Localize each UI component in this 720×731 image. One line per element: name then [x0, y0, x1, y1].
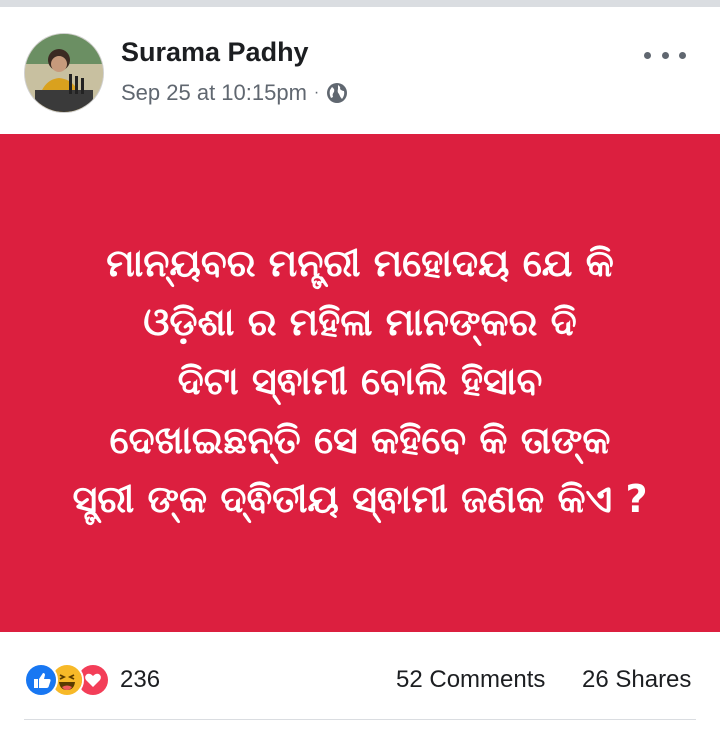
- shares-count-link[interactable]: 26 Shares: [582, 666, 691, 694]
- reaction-count: 236: [120, 666, 161, 693]
- footer-divider: [24, 719, 696, 720]
- more-options-button[interactable]: [644, 41, 686, 69]
- post-header: Surama Padhy Sep 25 at 10:15pm ·: [0, 7, 720, 134]
- post-text-card[interactable]: ମାନ୍ୟବର ମନ୍ତ୍ରୀ ମହୋଦୟ ଯେ କି ଓଡ଼ିଶା ର ମହି…: [0, 134, 720, 632]
- like-icon: [24, 663, 58, 697]
- meta-separator: ·: [313, 84, 320, 101]
- globe-icon[interactable]: [326, 82, 348, 104]
- ellipsis-dot: [644, 51, 651, 59]
- top-strip: [0, 0, 720, 7]
- timestamp[interactable]: Sep 25 at 10:15pm: [121, 80, 307, 106]
- author-name[interactable]: Surama Padhy: [121, 37, 309, 68]
- avatar-photo: [25, 34, 103, 112]
- post-meta: Sep 25 at 10:15pm ·: [121, 80, 348, 106]
- ellipsis-dot: [661, 51, 669, 59]
- post-text: ମାନ୍ୟବର ମନ୍ତ୍ରୀ ମହୋଦୟ ଯେ କି ଓଡ଼ିଶା ର ମହି…: [72, 241, 648, 521]
- post-footer: 236 52 Comments 26 Shares: [0, 632, 720, 731]
- reactions-summary[interactable]: 236: [24, 663, 161, 697]
- avatar[interactable]: [24, 33, 104, 113]
- comments-count-link[interactable]: 52 Comments: [396, 666, 545, 694]
- ellipsis-dot: [679, 51, 686, 59]
